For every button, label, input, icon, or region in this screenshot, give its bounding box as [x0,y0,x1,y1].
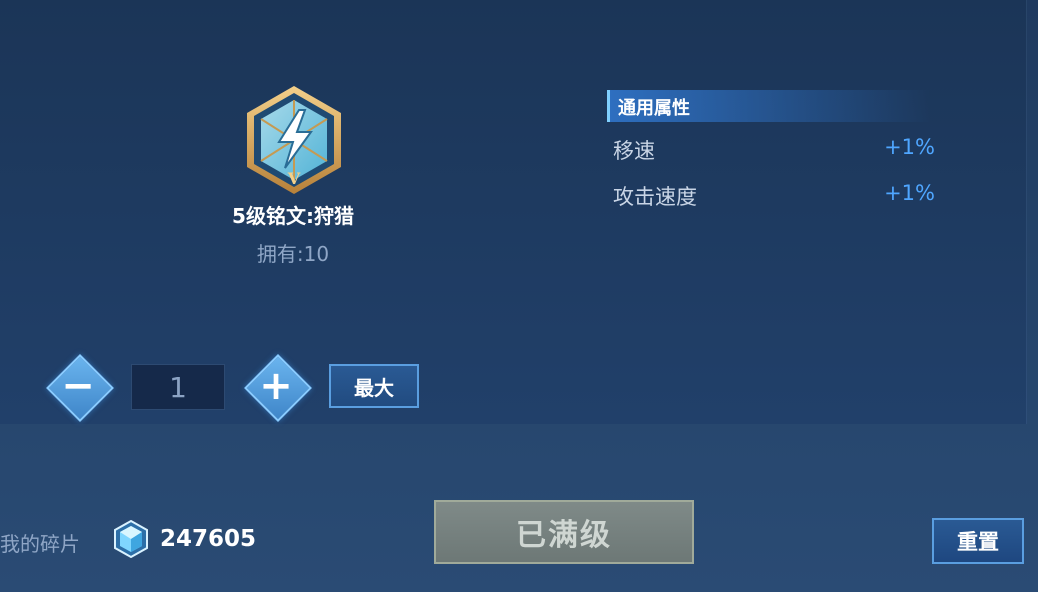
reset-button[interactable]: 重置 [932,518,1024,564]
attribute-value: +1% [884,135,935,159]
rune-level-roman: V [287,169,301,188]
rune-detail-panel: V 5级铭文:狩猎 拥有:10 通用属性 移速 +1% 攻击速度 +1% − 1… [0,0,1027,424]
lightning-rune-icon: V [247,86,341,194]
minus-icon: − [61,363,95,409]
quantity-input[interactable]: 1 [131,364,225,410]
plus-icon: + [259,363,293,409]
attribute-name: 移速 [613,139,655,163]
fragments-count: 247605 [160,526,257,552]
attribute-value: +1% [884,181,935,205]
fragments-label: 我的碎片 [0,532,80,556]
attribute-name: 攻击速度 [613,185,697,209]
max-quantity-button[interactable]: 最大 [329,364,419,408]
crystal-gem-icon [114,520,148,558]
owned-count: 拥有:10 [256,242,330,266]
level-maxed-button[interactable]: 已满级 [434,500,694,564]
attributes-header-label: 通用属性 [618,98,690,119]
attributes-header: 通用属性 [607,90,930,122]
rune-title: 5级铭文:狩猎 [232,204,354,228]
